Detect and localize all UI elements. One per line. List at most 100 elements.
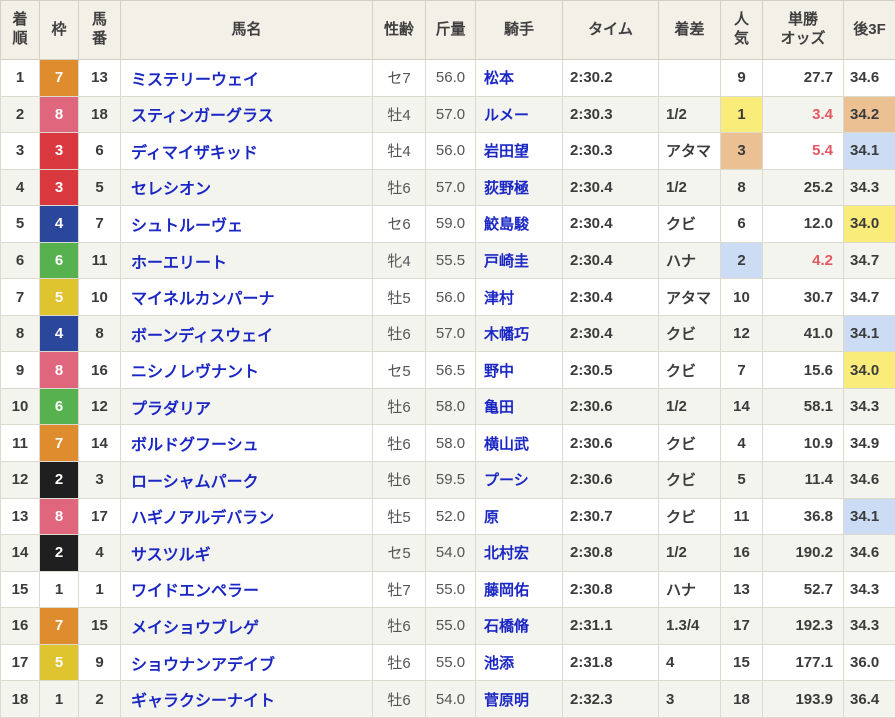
odds-cell: 41.0	[762, 314, 844, 353]
column-header-odds: 単勝 オッズ	[762, 0, 844, 60]
horse-name-cell: ボルドグフーシュ	[120, 424, 373, 463]
margin-cell: 1/2	[658, 95, 721, 134]
horse-name-cell: ディマイザキッド	[120, 132, 373, 170]
horse-name-link[interactable]: サスツルギ	[131, 547, 211, 564]
time-cell: 2:30.4	[562, 168, 659, 207]
table-row: 5 4 7 シュトルーヴェ セ6 59.0 鮫島駿 2:30.4 クビ 6 12…	[0, 205, 895, 243]
frame-number-badge: 5	[39, 278, 79, 316]
jockey-link[interactable]: 石橋脩	[484, 618, 529, 635]
odds-cell: 192.3	[762, 607, 844, 645]
jockey-link[interactable]: ルメー	[484, 107, 529, 124]
jockey-link[interactable]: 菅原明	[484, 692, 529, 709]
time-cell: 2:30.2	[562, 59, 659, 97]
jockey-link[interactable]: 横山武	[484, 436, 529, 453]
jockey-link[interactable]: 藤岡佑	[484, 582, 529, 599]
horse-name-link[interactable]: ショウナンアデイブ	[131, 657, 275, 674]
jockey-link[interactable]: 池添	[484, 655, 514, 672]
time-cell: 2:30.3	[562, 95, 659, 134]
jockey-cell: 津村	[475, 278, 563, 316]
odds-cell: 5.4	[762, 132, 844, 170]
sex-age-cell: 牝4	[372, 241, 426, 280]
table-row: 16 7 15 メイショウブレゲ 牡6 55.0 石橋脩 2:31.1 1.3/…	[0, 607, 895, 645]
table-row: 12 2 3 ローシャムパーク 牡6 59.5 プーシ 2:30.6 クビ 5 …	[0, 461, 895, 499]
header-row: 着 順枠馬 番馬名 性齢 斤量 騎手 タイム 着差人 気単勝 オッズ 後3F	[0, 0, 895, 60]
weight-cell: 58.0	[425, 424, 476, 463]
jockey-link[interactable]: 岩田望	[484, 143, 529, 160]
odds-cell: 25.2	[762, 168, 844, 207]
table-row: 6 6 11 ホーエリート 牝4 55.5 戸崎圭 2:30.4 ハナ 2 4.…	[0, 241, 895, 280]
weight-cell: 55.5	[425, 241, 476, 280]
jockey-link[interactable]: 荻野極	[484, 180, 529, 197]
horse-name-link[interactable]: ギャラクシーナイト	[131, 693, 275, 710]
last3f-cell: 34.0	[843, 205, 895, 243]
odds-cell: 36.8	[762, 497, 844, 536]
horse-number-cell: 15	[78, 607, 121, 645]
last3f-cell: 34.7	[843, 241, 895, 280]
table-row: 2 8 18 スティンガーグラス 牡4 57.0 ルメー 2:30.3 1/2 …	[0, 95, 895, 134]
sex-age-cell: 牡6	[372, 387, 426, 426]
column-header-last3f: 後3F	[843, 0, 895, 60]
finish-position-cell: 18	[0, 680, 40, 718]
jockey-link[interactable]: プーシ	[484, 472, 529, 489]
horse-name-cell: サスツルギ	[120, 534, 373, 572]
time-cell: 2:31.8	[562, 643, 659, 682]
horse-name-link[interactable]: メイショウブレゲ	[131, 620, 259, 637]
column-header-name: 馬名	[120, 0, 373, 60]
jockey-link[interactable]: 野中	[484, 363, 514, 380]
horse-name-link[interactable]: ハギノアルデバラン	[131, 510, 274, 527]
frame-number-badge: 8	[39, 351, 79, 389]
sex-age-cell: セ6	[372, 205, 426, 243]
popularity-cell: 1	[720, 95, 763, 134]
jockey-cell: 横山武	[475, 424, 563, 463]
horse-name-link[interactable]: ローシャムパーク	[131, 474, 259, 491]
column-header-sex_age: 性齢	[372, 0, 426, 60]
margin-cell: クビ	[658, 314, 721, 353]
margin-cell: クビ	[658, 461, 721, 499]
popularity-cell: 7	[720, 351, 763, 389]
odds-cell: 3.4	[762, 95, 844, 134]
margin-cell: 1.3/4	[658, 607, 721, 645]
popularity-cell: 11	[720, 497, 763, 536]
horse-number-cell: 16	[78, 351, 121, 389]
frame-number-badge: 1	[39, 680, 79, 718]
jockey-cell: 石橋脩	[475, 607, 563, 645]
horse-name-link[interactable]: ホーエリート	[131, 255, 227, 272]
last3f-cell: 34.9	[843, 424, 895, 463]
horse-name-link[interactable]: ボーンディスウェイ	[131, 328, 273, 345]
jockey-link[interactable]: 木幡巧	[484, 326, 529, 343]
horse-name-link[interactable]: マイネルカンパーナ	[131, 291, 275, 308]
last3f-cell: 34.7	[843, 278, 895, 316]
popularity-cell: 10	[720, 278, 763, 316]
horse-name-link[interactable]: ニシノレヴナント	[131, 364, 259, 381]
horse-name-link[interactable]: スティンガーグラス	[131, 108, 274, 125]
jockey-link[interactable]: 戸崎圭	[484, 253, 529, 270]
odds-cell: 177.1	[762, 643, 844, 682]
horse-name-link[interactable]: ボルドグフーシュ	[131, 437, 259, 454]
odds-cell: 27.7	[762, 59, 844, 97]
horse-name-link[interactable]: プラダリア	[131, 401, 211, 418]
jockey-cell: 藤岡佑	[475, 570, 563, 609]
jockey-link[interactable]: 北村宏	[484, 545, 529, 562]
margin-cell: 1/2	[658, 168, 721, 207]
frame-number-badge: 6	[39, 241, 79, 280]
horse-name-cell: プラダリア	[120, 387, 373, 426]
horse-name-link[interactable]: ディマイザキッド	[131, 145, 258, 162]
jockey-link[interactable]: 亀田	[484, 399, 514, 416]
finish-position-cell: 7	[0, 278, 40, 316]
jockey-link[interactable]: 津村	[484, 290, 514, 307]
last3f-cell: 34.1	[843, 497, 895, 536]
last3f-cell: 34.2	[843, 95, 895, 134]
popularity-cell: 15	[720, 643, 763, 682]
horse-name-link[interactable]: セレシオン	[131, 181, 211, 198]
odds-cell: 10.9	[762, 424, 844, 463]
last3f-cell: 34.1	[843, 314, 895, 353]
horse-name-link[interactable]: シュトルーヴェ	[131, 218, 243, 235]
jockey-link[interactable]: 松本	[484, 70, 514, 87]
horse-name-link[interactable]: ワイドエンペラー	[131, 583, 259, 600]
margin-cell: 4	[658, 643, 721, 682]
last3f-cell: 34.6	[843, 461, 895, 499]
jockey-link[interactable]: 鮫島駿	[484, 216, 529, 233]
jockey-link[interactable]: 原	[484, 509, 499, 526]
time-cell: 2:30.5	[562, 351, 659, 389]
horse-name-link[interactable]: ミステリーウェイ	[131, 72, 259, 89]
